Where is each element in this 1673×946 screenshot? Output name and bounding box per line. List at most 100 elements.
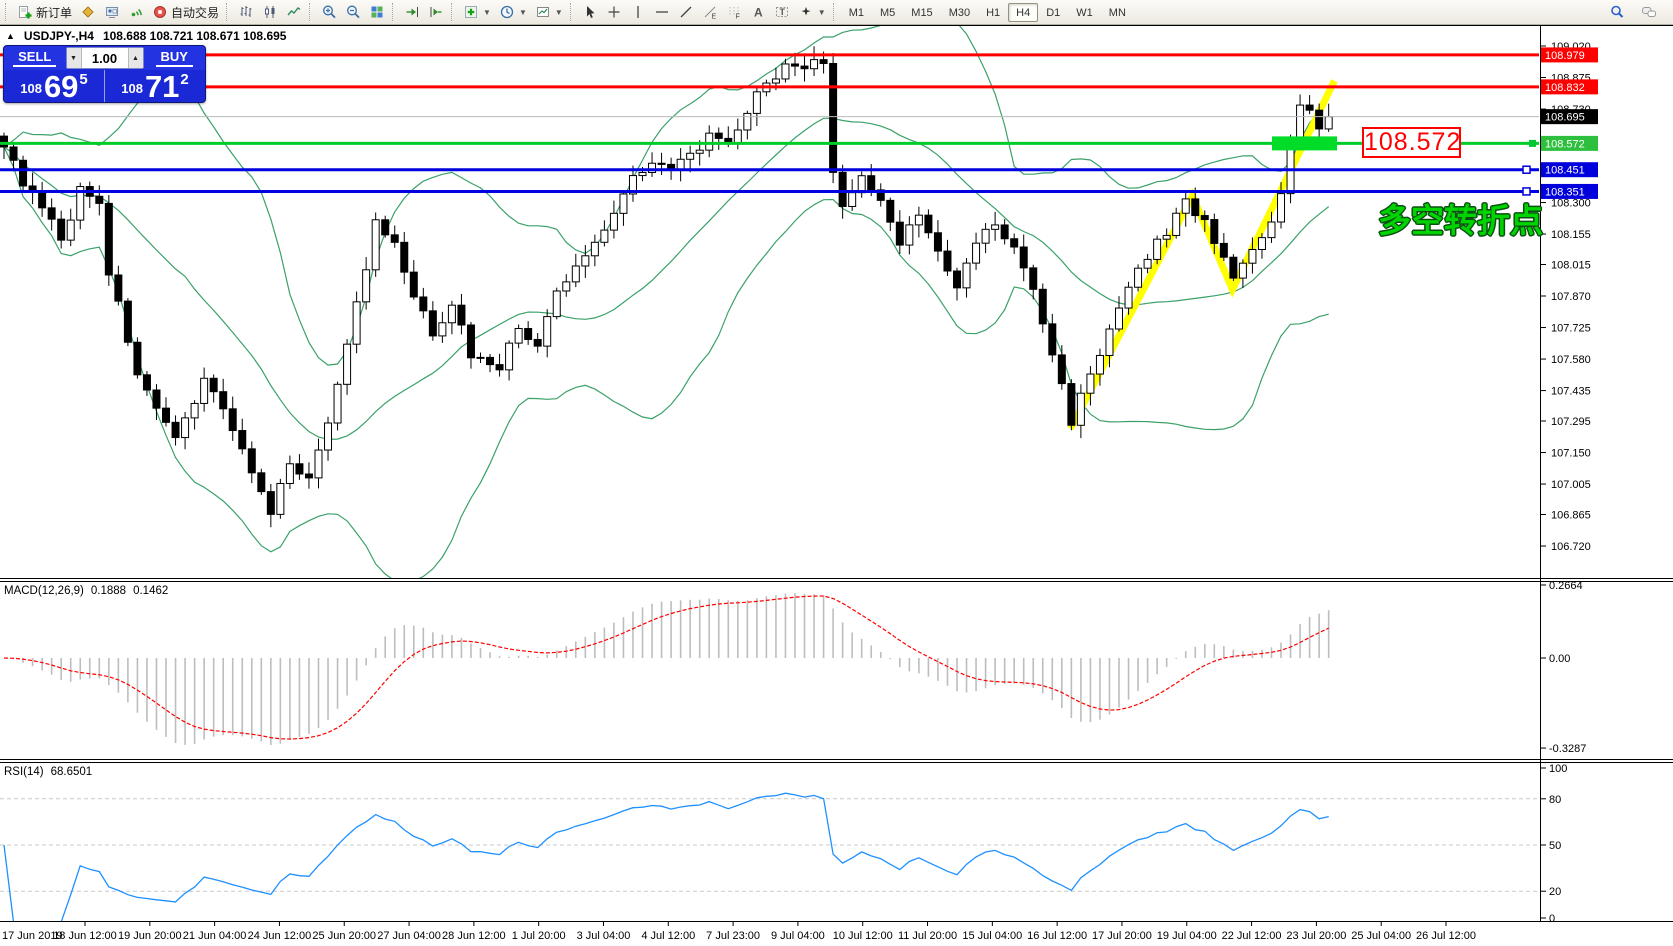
candle-chart-icon xyxy=(262,4,278,20)
periods-button[interactable]: ▼ xyxy=(495,2,531,23)
chevron-down-icon: ▼ xyxy=(818,8,826,17)
timeframe-m5-button[interactable]: M5 xyxy=(872,3,903,22)
bar-chart-icon xyxy=(238,4,254,20)
label-tool-icon: T xyxy=(774,4,790,20)
buy-price-big-digits: 71 xyxy=(145,73,179,100)
search-button[interactable] xyxy=(1605,2,1629,23)
zoom-in-icon xyxy=(321,4,337,20)
toolbar-grip xyxy=(392,3,396,21)
hline-tool-icon xyxy=(654,4,670,20)
symbol-marker-icon: ▲ xyxy=(6,31,15,41)
sell-button-label: SELL xyxy=(13,49,56,67)
terminal-button[interactable] xyxy=(100,2,124,23)
auto-trading-button[interactable]: 自动交易 xyxy=(148,2,223,23)
signal-icon xyxy=(128,4,144,20)
zoom-in-button[interactable] xyxy=(317,2,341,23)
svg-text:E: E xyxy=(711,14,716,21)
price-annotation-box[interactable]: 108.572 xyxy=(1362,127,1461,158)
add-indicator-icon xyxy=(463,4,479,20)
sell-price-display[interactable]: 108 69 5 xyxy=(4,70,105,102)
periods-icon xyxy=(499,4,515,20)
timeframe-m15-button[interactable]: M15 xyxy=(903,3,940,22)
terminal-icon xyxy=(104,4,120,20)
buy-price-display[interactable]: 108 71 2 xyxy=(105,70,205,102)
signals-button[interactable] xyxy=(124,2,148,23)
cursor-tool-button[interactable] xyxy=(578,2,602,23)
market-button[interactable] xyxy=(76,2,100,23)
horizontal-line-tool-button[interactable] xyxy=(650,2,674,23)
templates-icon xyxy=(535,4,551,20)
mt4-window: 109.020108.875108.730108.300108.155108.0… xyxy=(0,0,1673,946)
sell-price-pip-digit: 5 xyxy=(79,71,87,88)
candlestick-chart-button[interactable] xyxy=(258,2,282,23)
rsi-value: 68.6501 xyxy=(51,766,93,778)
fibonacci-tool-button[interactable]: F xyxy=(722,2,746,23)
timeframe-h4-button[interactable]: H4 xyxy=(1008,3,1038,22)
chart-shift-icon xyxy=(428,4,444,20)
crosshair-icon xyxy=(606,4,622,20)
buy-price-pip-digit: 2 xyxy=(180,71,188,88)
macd-panel[interactable] xyxy=(0,582,1540,759)
indicators-button[interactable]: ▼ xyxy=(459,2,495,23)
arrows-tool-button[interactable]: ▼ xyxy=(794,2,830,23)
search-icon xyxy=(1609,4,1625,20)
cycles-icon: F xyxy=(726,4,742,20)
symbol-timeframe-label: USDJPY-,H4 xyxy=(24,29,94,43)
main-chart-panel[interactable] xyxy=(0,26,1540,578)
rsi-panel[interactable] xyxy=(0,763,1540,921)
toolbar-grip xyxy=(451,3,455,21)
buy-button[interactable]: BUY xyxy=(144,46,206,70)
trendline-tool-button[interactable] xyxy=(674,2,698,23)
timeframe-m1-button[interactable]: M1 xyxy=(841,3,872,22)
one-click-trading-panel: SELL ▼ ▲ BUY 108 69 5 108 71 2 xyxy=(3,45,206,103)
line-chart-button[interactable] xyxy=(282,2,306,23)
timeframe-w1-button[interactable]: W1 xyxy=(1068,3,1101,22)
price-axis[interactable] xyxy=(1541,26,1673,922)
text-tool-button[interactable]: A xyxy=(746,2,770,23)
tile-windows-button[interactable] xyxy=(365,2,389,23)
rsi-name: RSI(14) xyxy=(4,766,44,778)
chart-title: ▲ USDJPY-,H4 108.688 108.721 108.671 108… xyxy=(6,29,286,43)
zoom-out-icon xyxy=(345,4,361,20)
vertical-line-tool-button[interactable] xyxy=(626,2,650,23)
new-order-button[interactable]: 新订单 xyxy=(13,2,76,23)
chart-shift-button[interactable] xyxy=(424,2,448,23)
timeframe-m30-button[interactable]: M30 xyxy=(941,3,978,22)
templates-button[interactable]: ▼ xyxy=(531,2,567,23)
new-order-button-label: 新订单 xyxy=(36,4,72,21)
gold-icon xyxy=(80,4,96,20)
vline-tool-icon xyxy=(630,4,646,20)
sell-button[interactable]: SELL xyxy=(4,46,66,70)
toolbar-grip xyxy=(5,3,9,21)
timeframe-h1-button[interactable]: H1 xyxy=(978,3,1008,22)
time-axis[interactable] xyxy=(0,922,1540,946)
trendline-tool-icon xyxy=(678,4,694,20)
cursor-icon xyxy=(582,4,598,20)
timeframe-d1-button[interactable]: D1 xyxy=(1038,3,1068,22)
toolbar-grip xyxy=(570,3,574,21)
zoom-out-button[interactable] xyxy=(341,2,365,23)
macd-name: MACD(12,26,9) xyxy=(4,585,84,597)
equidistant-channel-tool-button[interactable]: E xyxy=(698,2,722,23)
bar-chart-button[interactable] xyxy=(234,2,258,23)
timeframe-mn-button[interactable]: MN xyxy=(1101,3,1134,22)
auto-trading-button-label: 自动交易 xyxy=(171,4,219,21)
crosshair-tool-button[interactable] xyxy=(602,2,626,23)
rsi-indicator-label: RSI(14) 68.6501 xyxy=(4,766,92,778)
ohlc-values: 108.688 108.721 108.671 108.695 xyxy=(103,29,287,43)
turning-point-annotation[interactable]: 多空转折点 xyxy=(1378,194,1543,242)
chevron-down-icon: ▼ xyxy=(519,8,527,17)
toolbar-right-icons xyxy=(1605,2,1671,23)
toolbar-grip xyxy=(309,3,313,21)
volume-increase-button[interactable]: ▲ xyxy=(128,48,143,68)
arrows-tool-icon xyxy=(798,4,814,20)
auto-trade-icon xyxy=(152,4,168,20)
buy-button-label: BUY xyxy=(156,49,193,67)
chat-button[interactable] xyxy=(1637,2,1661,23)
volume-decrease-button[interactable]: ▼ xyxy=(67,48,82,68)
svg-text:F: F xyxy=(735,14,739,21)
sell-price-prefix: 108 xyxy=(20,81,42,96)
auto-scroll-button[interactable] xyxy=(400,2,424,23)
volume-input[interactable] xyxy=(82,48,128,68)
text-label-tool-button[interactable]: T xyxy=(770,2,794,23)
